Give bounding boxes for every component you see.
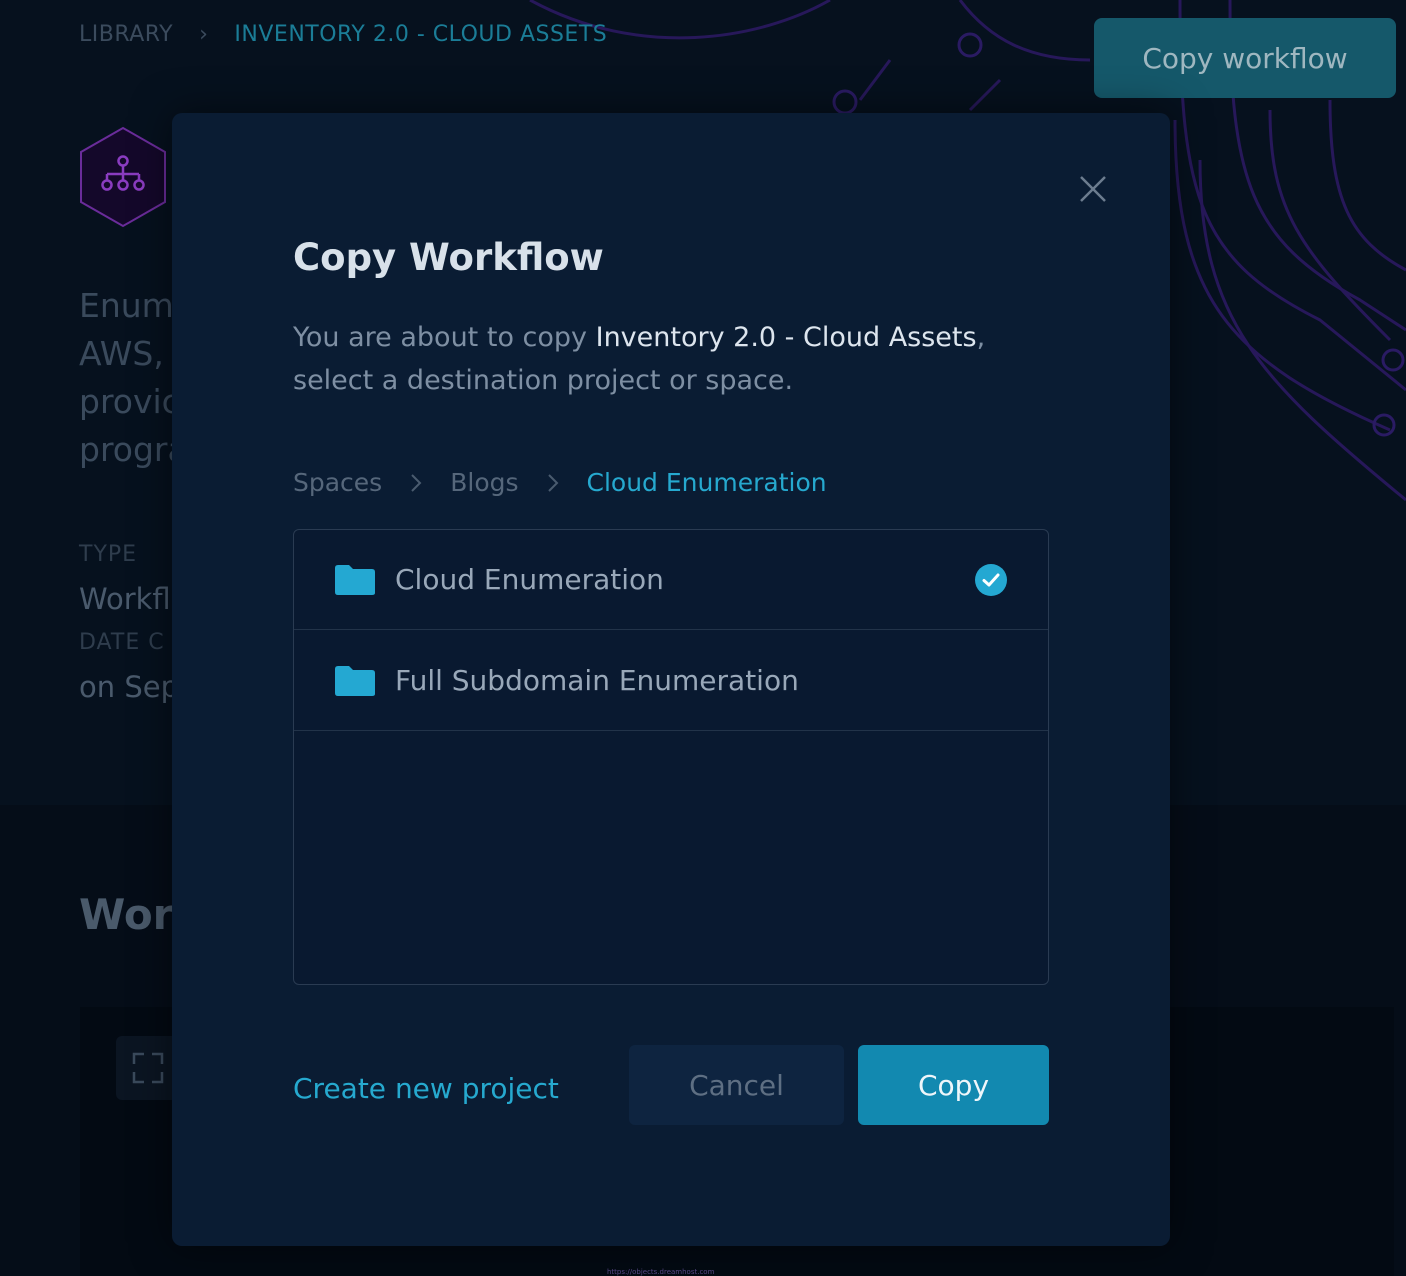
- breadcrumb: LIBRARY › INVENTORY 2.0 - CLOUD ASSETS: [79, 22, 607, 47]
- chevron-right-icon: ›: [199, 22, 209, 47]
- date-value: on Sep: [79, 670, 179, 704]
- fullscreen-icon: [132, 1052, 164, 1084]
- dialog-title: Copy Workflow: [293, 236, 604, 279]
- chevron-right-icon: [547, 473, 558, 492]
- hierarchy-icon: [80, 126, 166, 228]
- breadcrumb-library[interactable]: LIBRARY: [79, 22, 173, 47]
- copy-workflow-button[interactable]: Copy workflow: [1094, 18, 1396, 98]
- breadcrumb-current[interactable]: INVENTORY 2.0 - CLOUD ASSETS: [234, 22, 607, 47]
- crumb-blogs[interactable]: Blogs: [450, 468, 518, 497]
- chevron-right-icon: [411, 473, 422, 492]
- destination-list: Cloud Enumeration Full Subdomain Enumera…: [293, 529, 1049, 985]
- crumb-spaces[interactable]: Spaces: [293, 468, 382, 497]
- date-label: DATE C: [79, 630, 165, 655]
- copy-button[interactable]: Copy: [858, 1045, 1049, 1125]
- list-item-label: Cloud Enumeration: [395, 563, 664, 596]
- list-item-label: Full Subdomain Enumeration: [395, 664, 799, 697]
- type-label: TYPE: [79, 542, 138, 567]
- destination-breadcrumb: Spaces Blogs Cloud Enumeration: [293, 468, 827, 497]
- create-new-project-link[interactable]: Create new project: [293, 1072, 559, 1105]
- cancel-button[interactable]: Cancel: [629, 1045, 844, 1125]
- workflow-name: Inventory 2.0 - Cloud Assets: [595, 322, 977, 353]
- list-item[interactable]: Full Subdomain Enumeration: [294, 631, 1048, 731]
- close-icon[interactable]: [1074, 170, 1112, 208]
- canvas-node-url: https://objects.dreamhost.com: [607, 1268, 715, 1276]
- crumb-cloud-enumeration[interactable]: Cloud Enumeration: [587, 468, 827, 497]
- dialog-message: You are about to copy Inventory 2.0 - Cl…: [293, 322, 986, 396]
- check-circle-icon: [975, 563, 1007, 596]
- folder-icon: [335, 665, 375, 696]
- folder-icon: [335, 564, 375, 595]
- type-value: Workfl: [79, 582, 171, 616]
- list-item[interactable]: Cloud Enumeration: [294, 530, 1048, 630]
- fullscreen-button[interactable]: [116, 1036, 180, 1100]
